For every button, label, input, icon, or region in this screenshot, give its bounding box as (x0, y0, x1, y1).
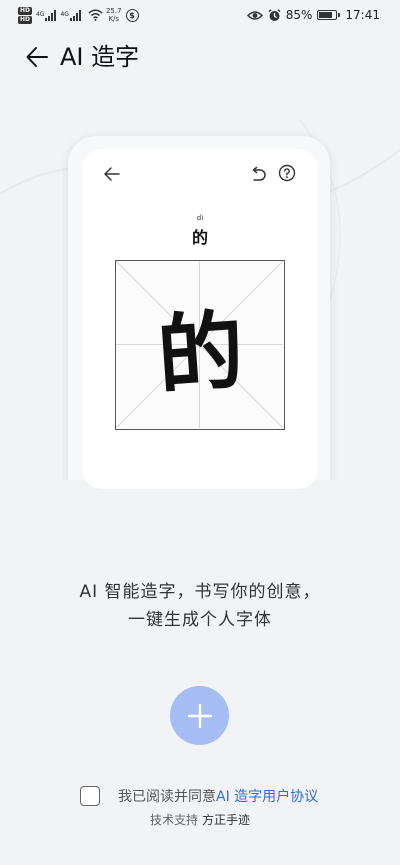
add-button[interactable] (170, 686, 229, 745)
signal-bars-1-icon (45, 9, 57, 21)
battery-percent: 85% (285, 8, 313, 22)
signal-2: 4G (60, 9, 81, 21)
network-type-1: 4G (36, 10, 45, 18)
speed-value: 25.7 (105, 7, 122, 15)
user-agreement-link[interactable]: AI 造字用户协议 (216, 786, 318, 806)
help-icon (278, 164, 296, 182)
writing-grid: 的 (115, 260, 285, 430)
agreement-prefix: 我已阅读并同意 (118, 789, 216, 805)
wifi-icon (88, 9, 103, 21)
tagline-line-1: AI 智能造字，书写你的创意， (79, 582, 321, 602)
tagline: AI 智能造字，书写你的创意， 一键生成个人字体 (0, 578, 400, 634)
status-right: 85% 17:41 (246, 5, 380, 25)
status-left: HD HD 4G 4G 25.7 K/s $ (18, 4, 139, 26)
tech-support-label: 技术支持 (149, 813, 198, 827)
tech-support: 技术支持 方正手迹 (0, 811, 400, 828)
battery-icon (317, 10, 341, 20)
signal-bars-2-icon (69, 9, 81, 21)
page-title: AI 造字 (60, 43, 140, 71)
eye-comfort-icon (246, 10, 263, 20)
preview-back-icon (104, 167, 120, 181)
status-bar: HD HD 4G 4G 25.7 K/s $ 85% 17:41 (0, 0, 400, 30)
hd-badge-1: HD (18, 6, 33, 15)
undo-icon (252, 166, 266, 181)
agreement-checkbox[interactable] (80, 786, 100, 806)
signal-1: 4G (36, 9, 57, 21)
hd-badges: HD HD (18, 6, 33, 24)
speed-unit: K/s (108, 15, 120, 23)
alarm-icon (268, 8, 281, 21)
pinyin-label: di (196, 214, 204, 222)
plus-icon (187, 703, 212, 728)
app-header: AI 造字 (0, 34, 400, 80)
back-button[interactable] (22, 42, 52, 72)
agreement-row: 我已阅读并同意 AI 造字用户协议 (80, 784, 318, 808)
character-label: 的 (191, 228, 208, 247)
payment-icon: $ (125, 8, 139, 22)
hd-badge-2: HD (18, 15, 33, 24)
network-speed: 25.7 K/s (106, 7, 122, 23)
calligraphy-character: 的 (154, 299, 247, 407)
back-arrow-icon (26, 47, 48, 67)
clock: 17:41 (345, 8, 380, 22)
tagline-line-2: 一键生成个人字体 (128, 610, 272, 630)
network-type-2: 4G (60, 10, 69, 18)
tech-support-brand: 方正手迹 (202, 813, 251, 827)
